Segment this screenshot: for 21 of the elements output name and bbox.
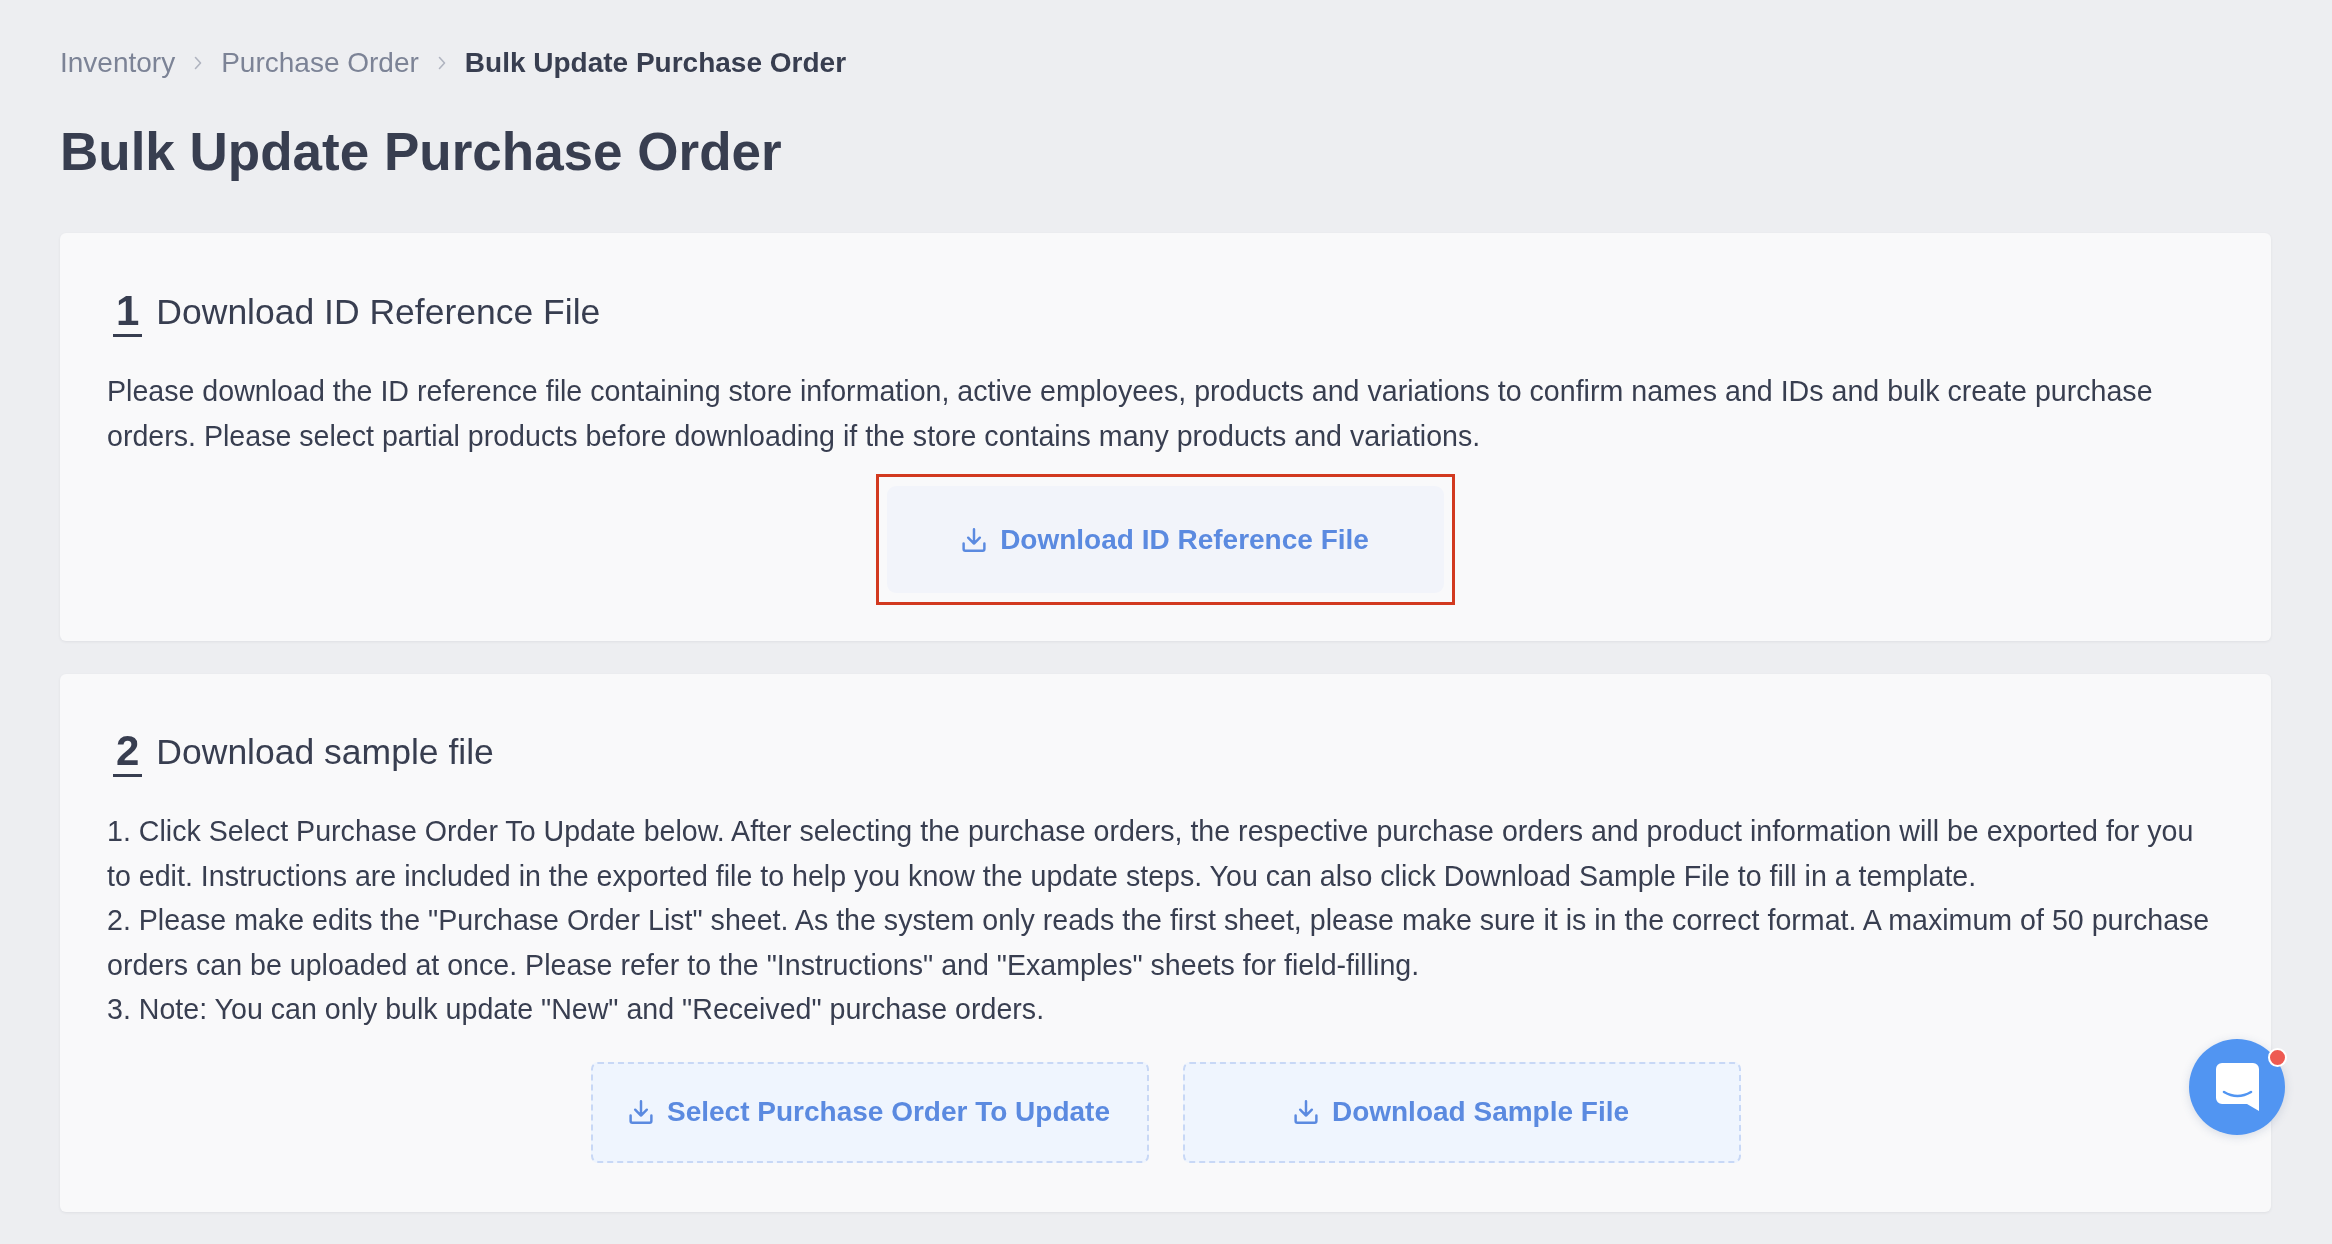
download-icon — [629, 1100, 653, 1124]
download-icon — [962, 527, 987, 552]
step-number: 1 — [113, 291, 143, 337]
breadcrumb-link[interactable]: Purchase Order — [221, 47, 419, 79]
instruction-text: 2. Please make edits the "Purchase Order List" sheet. As the system only reads the first sheet, please make sure it is in the correct format. A maximum of 50 purchase orders can be uploaded at once. Please refer to the "Instructions" and "Examples" sheets for field-filling. — [107, 903, 2211, 983]
instruction-text: Please download the ID reference file containing store information, active employees, products and variations to confirm names and IDs and bulk create purchase orders. Please select partial products before downloading if the store contains many products and variations. — [107, 374, 2154, 454]
download-button[interactable]: Download Sample File — [1182, 1061, 1741, 1163]
chevron-right-icon — [193, 55, 204, 71]
instruction-text: 3. Note: You can only bulk update "New" and "Received" purchase orders. — [107, 992, 1046, 1027]
chevron-right-icon — [436, 55, 447, 71]
instruction-text: 1. Click Select Purchase Order To Update below. After selecting the purchase orders, the respective purchase orders and product information will be exported for you to edit. Instructions are included in the exported file to help you know the update steps. You can also click Download Sample File to fill in a template. — [107, 814, 2195, 894]
download-button[interactable]: Select Purchase Order To Update — [590, 1061, 1149, 1163]
step-title: Download sample file — [156, 731, 494, 773]
breadcrumb-link[interactable]: Inventory — [60, 47, 176, 79]
chat-bubble-icon — [2215, 1063, 2259, 1111]
step-number: 2 — [113, 731, 143, 777]
breadcrumb-current: Bulk Update Purchase Order — [464, 47, 847, 79]
download-icon — [1293, 1100, 1318, 1124]
step-title: Download ID Reference File — [156, 291, 601, 333]
download-button[interactable]: Download ID Reference File — [887, 486, 1444, 593]
page-title: Bulk Update Purchase Order — [60, 121, 782, 183]
